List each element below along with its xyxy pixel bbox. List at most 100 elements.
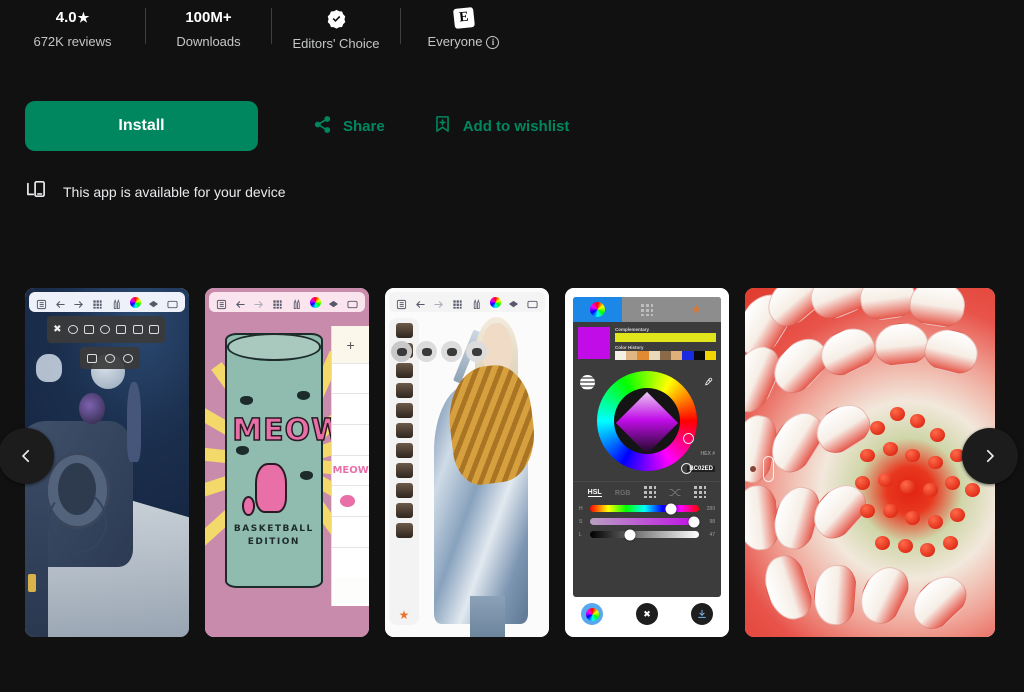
magnify-icon[interactable] <box>123 353 133 363</box>
fill-tool-icon[interactable] <box>148 325 159 334</box>
mode-rgb[interactable]: RGB <box>615 490 631 497</box>
grid-icon[interactable] <box>92 297 103 309</box>
tab-favorites[interactable]: ★ <box>671 297 721 322</box>
redo-icon[interactable] <box>433 297 444 308</box>
color-history-swatches[interactable] <box>615 351 716 360</box>
brush-palette-sidebar[interactable]: ★ <box>389 318 419 625</box>
screenshot-color-picker[interactable]: ★ Complementary Color History HEX # BC02… <box>565 288 729 637</box>
brush-icon[interactable] <box>471 297 482 309</box>
history-swatch[interactable] <box>682 351 694 360</box>
lightness-slider-knob[interactable] <box>624 529 636 540</box>
rect-select-icon[interactable] <box>87 353 97 363</box>
layers-icon[interactable] <box>36 297 47 309</box>
canvas-icon[interactable] <box>347 297 358 308</box>
color-mode-tabs[interactable]: HSL RGB <box>573 481 721 502</box>
brush-icon[interactable] <box>111 297 122 309</box>
color-wheel-icon[interactable] <box>489 296 501 308</box>
layer-thumb[interactable] <box>332 424 369 455</box>
eyedropper-icon[interactable] <box>702 377 713 391</box>
tool-options-panel[interactable]: ✖ <box>47 316 165 343</box>
history-swatch[interactable] <box>626 351 638 360</box>
brush-item[interactable] <box>395 423 413 438</box>
color-wheel-section[interactable]: HEX # BC02ED <box>573 365 721 481</box>
brush-item[interactable] <box>395 483 413 498</box>
brush-item[interactable] <box>395 463 413 478</box>
grid-icon[interactable] <box>452 297 463 309</box>
history-swatch[interactable] <box>693 351 705 360</box>
warp-tool-icon[interactable] <box>100 325 111 334</box>
layer-thumb[interactable] <box>332 485 369 517</box>
tab-palette-grid[interactable] <box>622 297 672 322</box>
history-swatch[interactable] <box>704 351 716 360</box>
complementary-bar[interactable] <box>615 333 716 342</box>
layers-icon[interactable] <box>396 297 407 309</box>
brush-item[interactable] <box>395 403 413 418</box>
brush-item[interactable] <box>395 523 413 538</box>
current-color-swatch[interactable] <box>578 327 610 359</box>
palette-icon[interactable] <box>508 297 519 308</box>
install-button[interactable]: Install <box>25 101 258 151</box>
palette-icon[interactable] <box>328 297 339 308</box>
hex-readout[interactable]: HEX # BC02ED <box>687 451 715 475</box>
layer-thumb[interactable] <box>332 362 369 394</box>
history-swatch[interactable] <box>637 351 649 360</box>
history-swatch[interactable] <box>615 351 627 360</box>
brush-preset[interactable] <box>466 341 487 362</box>
mode-hsl[interactable]: HSL <box>587 489 602 497</box>
brush-preset[interactable] <box>441 341 462 362</box>
layers-panel[interactable]: + MEOW <box>331 326 369 606</box>
carousel-prev-button[interactable] <box>0 428 54 484</box>
info-icon[interactable]: i <box>486 35 500 49</box>
add-layer-button[interactable]: + <box>332 326 369 363</box>
perspective-tool-icon[interactable] <box>116 325 127 334</box>
color-wheel-button[interactable] <box>581 603 604 625</box>
layer-thumb[interactable] <box>332 546 369 578</box>
lightness-slider-track[interactable] <box>590 529 699 540</box>
screenshot-flower-dahlia[interactable] <box>745 288 995 637</box>
mode-sliders-icon[interactable] <box>694 486 707 500</box>
brush-icon[interactable] <box>291 297 302 309</box>
redo-icon[interactable] <box>73 297 84 308</box>
transform-tool-icon[interactable] <box>83 325 94 334</box>
favorites-star-icon[interactable]: ★ <box>399 608 410 622</box>
mode-grid-icon[interactable] <box>643 486 656 500</box>
screenshot-meow-can[interactable]: MEOW BASKETBALL EDITION + MEOW <box>205 288 369 637</box>
sl-selector-ring[interactable] <box>683 433 694 444</box>
brush-presets-row[interactable] <box>391 341 487 362</box>
brush-item[interactable] <box>395 323 413 338</box>
brush-preset[interactable] <box>391 341 412 362</box>
layer-thumb[interactable] <box>332 393 369 425</box>
share-button[interactable]: Share <box>313 115 385 138</box>
canvas-icon[interactable] <box>527 297 538 308</box>
sub-tool-panel[interactable] <box>80 347 140 369</box>
brush-preset[interactable] <box>416 341 437 362</box>
undo-icon[interactable] <box>235 297 246 308</box>
screenshots-carousel[interactable]: ✖ MEOW BASKETBALL EDITION + MEOW ★ ★ Com… <box>0 288 1024 638</box>
color-picker-panel[interactable]: ★ Complementary Color History HEX # BC02… <box>573 297 721 597</box>
hue-slider-track[interactable] <box>590 503 699 514</box>
color-picker-bottom-bar[interactable]: ✖ <box>565 597 729 631</box>
hue-selector-ring[interactable] <box>681 463 692 474</box>
free-select-icon[interactable] <box>105 353 115 363</box>
lightness-slider-row[interactable]: L 47 <box>573 528 721 541</box>
brush-item[interactable] <box>395 363 413 378</box>
download-button[interactable] <box>690 603 713 625</box>
undo-icon[interactable] <box>55 297 66 308</box>
saturation-slider-row[interactable]: S 98 <box>573 515 721 528</box>
lasso-tool-icon[interactable] <box>67 325 78 334</box>
layer-thumb[interactable] <box>332 516 369 547</box>
tab-color-wheel[interactable] <box>573 297 623 322</box>
shades-icon[interactable] <box>580 375 595 390</box>
history-swatch[interactable] <box>659 351 672 360</box>
close-button[interactable]: ✖ <box>635 603 658 625</box>
app-toolbar[interactable] <box>29 292 185 312</box>
add-to-wishlist-button[interactable]: Add to wishlist <box>433 114 569 138</box>
color-picker-tabs[interactable]: ★ <box>573 297 721 322</box>
layers-icon[interactable] <box>216 297 227 309</box>
grid-icon[interactable] <box>272 297 283 309</box>
layer-thumb[interactable]: MEOW <box>332 454 369 486</box>
canvas-icon[interactable] <box>167 297 178 308</box>
move-tool-icon[interactable]: ✖ <box>53 324 61 335</box>
color-wheel-icon[interactable] <box>129 296 141 308</box>
brush-item[interactable] <box>395 443 413 458</box>
